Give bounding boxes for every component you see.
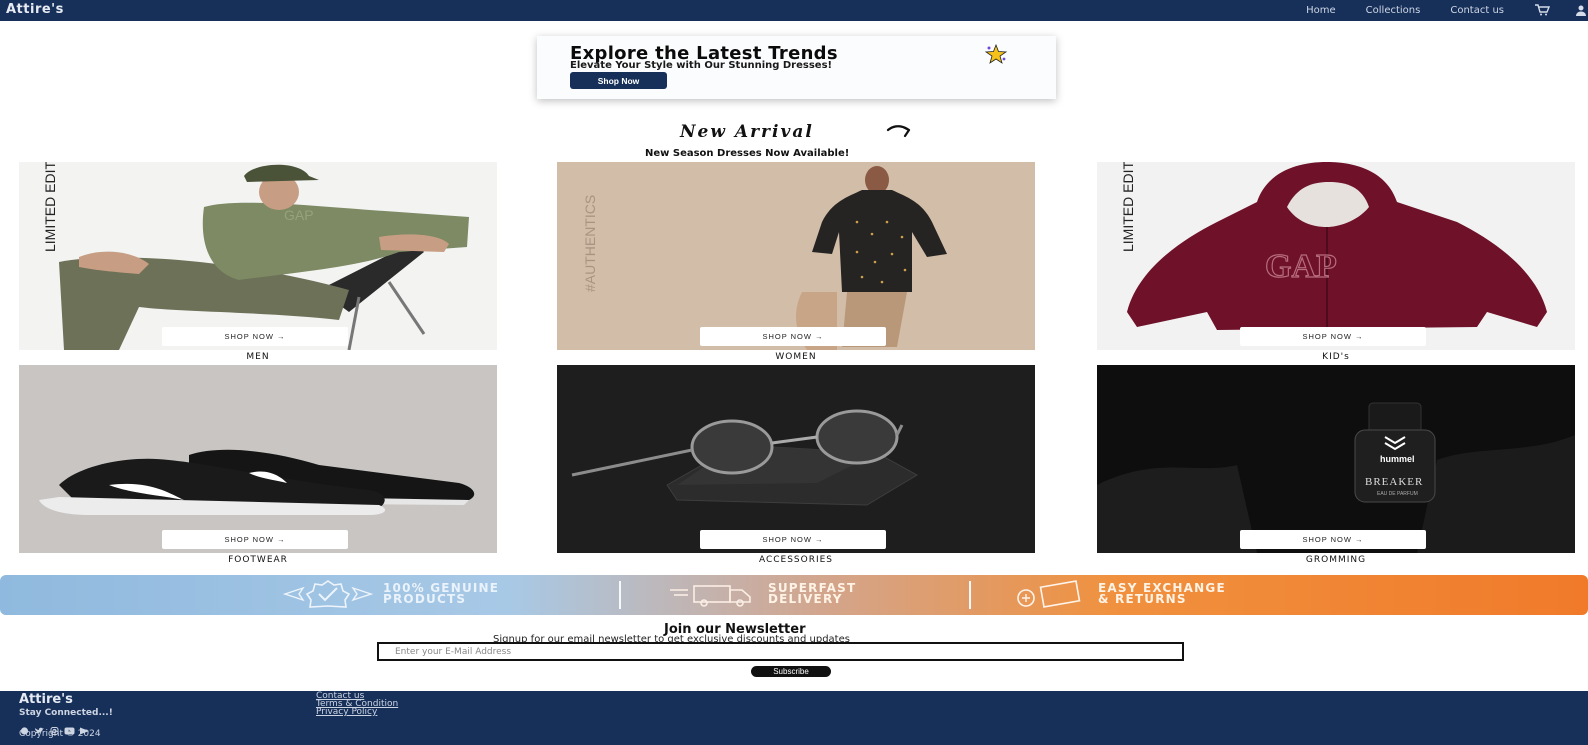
category-card-women[interactable]: #AUTHENTICS SHOP NOW →	[557, 162, 1035, 350]
delivery-truck-icon	[670, 585, 751, 607]
feature-genuine-line2: PRODUCTS	[383, 592, 467, 606]
category-label-grooming: GROMMING	[1305, 555, 1367, 565]
category-label-kids: KID's	[1322, 352, 1350, 362]
facebook-icon[interactable]	[19, 720, 30, 735]
category-card-kids[interactable]: LIMITED EDITION GAP SHOP NOW →	[1097, 162, 1575, 350]
feature-delivery: SUPERFAST DELIVERY	[666, 580, 856, 608]
product-sub-text: EAU DE PARFUM	[1377, 491, 1418, 497]
hero-card: Explore the Latest Trends Elevate Your S…	[537, 36, 1056, 99]
footer-tagline: Stay Connected...!	[19, 708, 113, 718]
product-name-text: BREAKER	[1365, 476, 1423, 488]
sparkle-star-icon	[984, 44, 1008, 64]
women-product-image: #AUTHENTICS	[557, 162, 1035, 350]
gap-logo-text: GAP	[1265, 248, 1337, 285]
top-navbar: Attire's Home Collections Contact us	[0, 0, 1588, 21]
email-field[interactable]	[377, 642, 1184, 661]
footer-link-privacy[interactable]: Privacy Policy	[316, 708, 398, 717]
shop-now-button-kids[interactable]: SHOP NOW →	[1240, 327, 1426, 346]
features-banner: 100% GENUINE PRODUCTS SUPERFAST DELIVERY…	[0, 575, 1588, 615]
category-card-footwear[interactable]: SHOP NOW →	[19, 365, 497, 553]
footer-brand: Attire's	[19, 692, 73, 707]
nav-link-home[interactable]: Home	[1306, 5, 1336, 16]
category-label-women: WOMEN	[775, 352, 817, 362]
feature-delivery-line2: DELIVERY	[768, 592, 843, 606]
shop-now-button-grooming[interactable]: SHOP NOW →	[1240, 530, 1426, 549]
category-label-accessories: ACCESSORIES	[758, 555, 834, 565]
youtube-icon[interactable]	[64, 720, 75, 735]
banner-divider	[619, 581, 621, 609]
verified-badge-icon	[283, 580, 373, 608]
subscribe-button[interactable]: Subscribe	[751, 666, 831, 677]
category-card-accessories[interactable]: SHOP NOW →	[557, 365, 1035, 553]
footer-copyright: Copyright © 2024	[19, 729, 101, 739]
user-icon[interactable]	[1574, 4, 1588, 16]
cart-icon[interactable]	[1534, 4, 1550, 16]
feature-genuine-text: 100% GENUINE PRODUCTS	[383, 582, 499, 606]
feature-returns-line2: & RETURNS	[1098, 592, 1187, 606]
shop-now-button[interactable]: Shop Now	[570, 72, 667, 89]
instagram-icon[interactable]	[49, 720, 60, 735]
side-text: LIMITED EDITION	[1120, 162, 1136, 252]
category-label-men: MEN	[246, 352, 270, 362]
footwear-product-image	[19, 365, 497, 553]
banner-divider	[969, 581, 971, 609]
nav-link-contact[interactable]: Contact us	[1450, 5, 1504, 16]
category-card-grooming[interactable]: hummel BREAKER EAU DE PARFUM SHOP NOW →	[1097, 365, 1575, 553]
curved-arrow-icon	[886, 125, 911, 138]
shop-now-button-footwear[interactable]: SHOP NOW →	[162, 530, 348, 549]
footer-links: Contact us Terms & Condition Privacy Pol…	[316, 692, 398, 717]
men-product-image: LIMITED EDITION GAP	[19, 162, 497, 350]
hero-subtitle: Elevate Your Style with Our Stunning Dre…	[570, 60, 833, 71]
feature-returns: EASY EXCHANGE & RETURNS	[1012, 580, 1226, 608]
category-card-men[interactable]: LIMITED EDITION GAP SHOP NOW →	[19, 162, 497, 350]
feature-genuine: 100% GENUINE PRODUCTS	[283, 580, 499, 608]
new-arrival-subtitle: New Season Dresses Now Available!	[645, 148, 850, 159]
exchange-box-icon	[1017, 580, 1081, 608]
category-label-footwear: FOOTWEAR	[228, 555, 288, 565]
feature-returns-text: EASY EXCHANGE & RETURNS	[1098, 582, 1226, 606]
kids-product-image: LIMITED EDITION GAP	[1097, 162, 1575, 350]
side-text: LIMITED EDITION	[42, 162, 58, 252]
footer: Attire's Stay Connected...! Copyright © …	[0, 691, 1588, 745]
shop-now-button-accessories[interactable]: SHOP NOW →	[700, 530, 886, 549]
grooming-product-image: hummel BREAKER EAU DE PARFUM	[1097, 365, 1575, 553]
accessories-product-image	[557, 365, 1035, 553]
brand-text: hummel	[1380, 454, 1415, 464]
nav-link-collections[interactable]: Collections	[1366, 5, 1421, 16]
feature-delivery-text: SUPERFAST DELIVERY	[768, 582, 856, 606]
brand-logo[interactable]: Attire's	[6, 2, 64, 17]
play-icon[interactable]	[79, 720, 90, 735]
social-icons	[19, 720, 90, 735]
new-arrival-title: New Arrival	[680, 122, 814, 142]
gap-logo-text: GAP	[284, 207, 314, 223]
nav-links: Home Collections Contact us	[1306, 4, 1588, 16]
shop-now-button-men[interactable]: SHOP NOW →	[162, 327, 348, 346]
shop-now-button-women[interactable]: SHOP NOW →	[700, 327, 886, 346]
twitter-icon[interactable]	[34, 720, 45, 734]
side-text: #AUTHENTICS	[582, 195, 598, 292]
